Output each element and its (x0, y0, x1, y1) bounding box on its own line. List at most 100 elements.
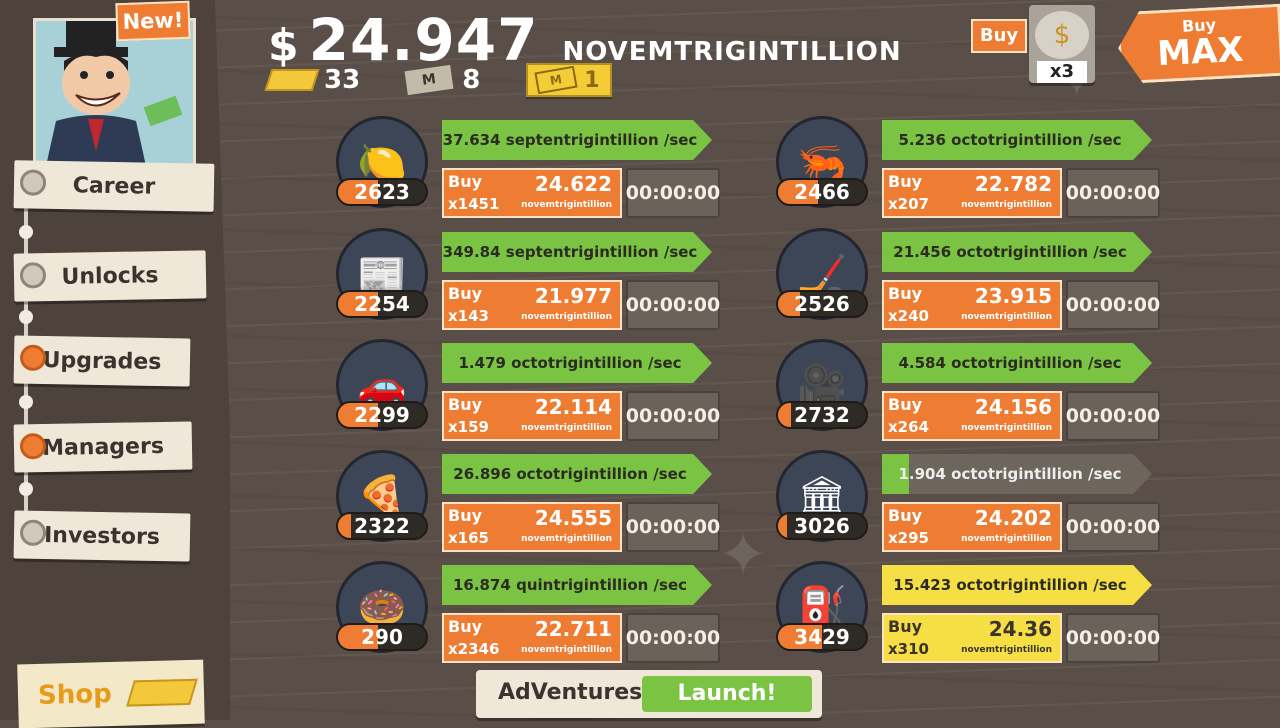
new-badge: New! (115, 0, 191, 42)
shop-label: Shop (37, 678, 113, 711)
income-rate-bar[interactable]: 26.896 octotrigintillion /sec (442, 454, 712, 494)
buy-cost: 22.711 (534, 617, 612, 641)
buy-business-button[interactable]: Buy x207 22.782 novemtrigintillion (882, 168, 1062, 218)
nav-upgrades-button[interactable]: Upgrades (13, 335, 191, 387)
cycle-timer: 00:00:00 (1066, 280, 1160, 330)
business-card: 🏒 2526 21.456 octotrigintillion /sec Buy x24… (776, 228, 1166, 338)
business-card: ⛽ 3429 15.423 octotrigintillion /sec Buy x31… (776, 561, 1166, 671)
buy-multiplier-label: Buy (971, 19, 1027, 53)
income-rate-bar[interactable]: 5.236 octotrigintillion /sec (882, 120, 1152, 160)
cycle-timer: 00:00:00 (1066, 391, 1160, 441)
buy-label: Buy (448, 506, 483, 525)
buy-cost-unit: novemtrigintillion (521, 312, 612, 322)
tickets-count: 1 (584, 67, 600, 93)
nav-label: Managers (41, 433, 165, 461)
buy-cost-unit: novemtrigintillion (961, 312, 1052, 322)
cycle-timer: 00:00:00 (626, 168, 720, 218)
shop-button[interactable]: Shop (17, 659, 205, 728)
business-card: 🍕 2322 26.896 octotrigintillion /sec Buy x16… (336, 450, 726, 560)
income-rate-bar[interactable]: 4.584 octotrigintillion /sec (882, 343, 1152, 383)
business-card: 🏛 3026 1.904 octotrigintillion /sec Buy x295… (776, 450, 1166, 560)
income-rate-bar[interactable]: 37.634 septentrigintillion /sec (442, 120, 712, 160)
income-rate-bar[interactable]: 16.874 quintrigintillion /sec (442, 565, 712, 605)
owned-count: 2322 (354, 514, 410, 538)
buy-label: Buy (448, 395, 483, 414)
cycle-timer: 00:00:00 (626, 613, 720, 663)
business-card: 🎥 2732 4.584 octotrigintillion /sec Buy x264… (776, 339, 1166, 449)
income-rate-bar[interactable]: 15.423 octotrigintillion /sec (882, 565, 1152, 605)
nav-managers-button[interactable]: Managers (13, 421, 193, 473)
income-rate-bar[interactable]: 1.904 octotrigintillion /sec (882, 454, 1152, 494)
buy-label: Buy (448, 617, 483, 636)
cycle-timer: 00:00:00 (1066, 168, 1160, 218)
buy-quantity: x207 (888, 195, 929, 213)
adventures-panel: AdVentures Launch! (476, 670, 822, 718)
buy-cost-unit: novemtrigintillion (961, 645, 1052, 655)
career-portrait[interactable] (33, 18, 196, 169)
buy-cost: 24.202 (974, 506, 1052, 530)
income-rate: 15.423 octotrigintillion /sec (893, 576, 1127, 594)
buy-label: Buy (888, 395, 923, 414)
buy-business-button[interactable]: Buy x295 24.202 novemtrigintillion (882, 502, 1062, 552)
nav-knob-icon (19, 262, 47, 289)
buy-cost: 24.36 (988, 617, 1052, 641)
buy-cost-unit: novemtrigintillion (521, 200, 612, 210)
buy-business-button[interactable]: Buy x165 24.555 novemtrigintillion (442, 502, 622, 552)
buy-quantity: x1451 (448, 195, 500, 213)
owned-count-bar: 290 (336, 623, 428, 651)
buy-max-button[interactable]: Buy MAX (1116, 4, 1280, 84)
buy-business-button[interactable]: Buy x143 21.977 novemtrigintillion (442, 280, 622, 330)
income-rate-bar[interactable]: 1.479 octotrigintillion /sec (442, 343, 712, 383)
buy-quantity: x165 (448, 529, 489, 547)
owned-count-bar: 2299 (336, 401, 428, 429)
nav-dot (19, 225, 33, 239)
buy-business-button[interactable]: Buy x264 24.156 novemtrigintillion (882, 391, 1062, 441)
buy-multiplier-toggle[interactable]: $ x3 (1029, 5, 1095, 83)
nav-label: Career (72, 172, 156, 200)
tickets-counter[interactable]: M 1 (526, 63, 612, 97)
income-rate: 1.479 octotrigintillion /sec (458, 354, 682, 372)
income-rate: 1.904 octotrigintillion /sec (898, 465, 1122, 483)
income-rate-bar[interactable]: 21.456 octotrigintillion /sec (882, 232, 1152, 272)
nav-unlocks-button[interactable]: Unlocks (13, 250, 207, 302)
owned-count: 290 (361, 625, 403, 649)
income-rate: 5.236 octotrigintillion /sec (898, 131, 1122, 149)
buy-business-button[interactable]: Buy x159 22.114 novemtrigintillion (442, 391, 622, 441)
buy-quantity: x295 (888, 529, 929, 547)
nav-dot (19, 395, 33, 409)
gold-counter: 33 (264, 65, 361, 95)
income-rate: 37.634 septentrigintillion /sec (442, 131, 698, 149)
income-rate-bar[interactable]: 349.84 septentrigintillion /sec (442, 232, 712, 272)
buy-cost: 24.622 (534, 172, 612, 196)
owned-count-bar: 2254 (336, 290, 428, 318)
buy-cost: 22.782 (974, 172, 1052, 196)
buy-business-button[interactable]: Buy x2346 22.711 novemtrigintillion (442, 613, 622, 663)
owned-count-bar: 2526 (776, 290, 868, 318)
currencies-bar: 33 M 8 M 1 (264, 63, 612, 97)
buy-business-button[interactable]: Buy x310 24.36 novemtrigintillion (882, 613, 1062, 663)
buy-business-button[interactable]: Buy x240 23.915 novemtrigintillion (882, 280, 1062, 330)
launch-button[interactable]: Launch! (642, 676, 812, 712)
income-rate: 21.456 octotrigintillion /sec (893, 243, 1127, 261)
megabucks-icon: M (404, 64, 454, 96)
income-rate: 16.874 quintrigintillion /sec (452, 576, 688, 594)
income-rate: 349.84 septentrigintillion /sec (442, 243, 698, 261)
owned-count: 3429 (794, 625, 850, 649)
money-unit: NOVEMTRIGINTILLION (562, 37, 902, 67)
buy-business-button[interactable]: Buy x1451 24.622 novemtrigintillion (442, 168, 622, 218)
gold-bars-icon (125, 678, 198, 707)
gold-count: 33 (324, 65, 361, 95)
business-card: 📰 2254 349.84 septentrigintillion /sec Buy x… (336, 228, 726, 338)
buy-quantity: x240 (888, 307, 929, 325)
buy-label: Buy (888, 172, 923, 191)
multiplier-value: x3 (1037, 61, 1087, 83)
nav-career-button[interactable]: Career (13, 160, 215, 212)
owned-count: 2254 (354, 292, 410, 316)
owned-count: 2466 (794, 180, 850, 204)
nav-investors-button[interactable]: Investors (13, 510, 191, 562)
megabucks-count: 8 (462, 65, 481, 95)
business-card: 🚗 2299 1.479 octotrigintillion /sec Buy x159… (336, 339, 726, 449)
buy-cost: 22.114 (534, 395, 612, 419)
buy-cost-unit: novemtrigintillion (521, 645, 612, 655)
buy-cost-unit: novemtrigintillion (521, 534, 612, 544)
